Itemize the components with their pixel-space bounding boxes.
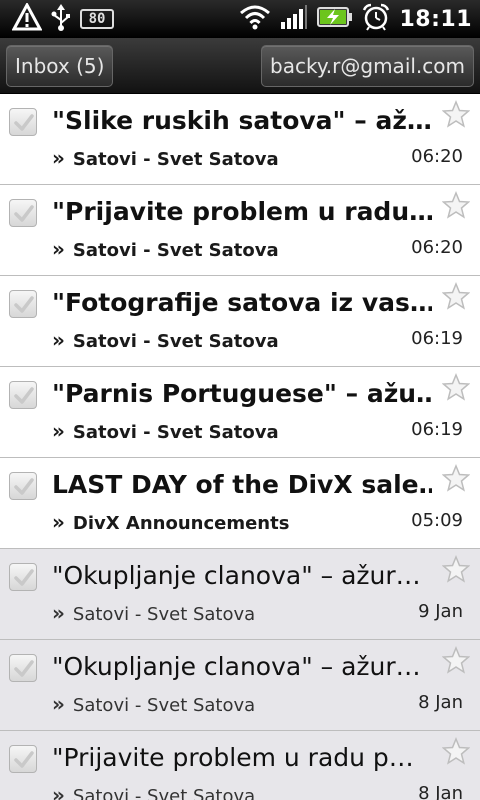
message-row[interactable]: "Slike ruskih satova" – až… -… » Satovi -… — [0, 94, 480, 185]
star-icon[interactable] — [441, 282, 471, 314]
star-icon[interactable] — [441, 555, 471, 587]
star-icon[interactable] — [441, 737, 471, 769]
sender-name: Satovi - Svet Satova — [72, 149, 279, 170]
sender-name: Satovi - Svet Satova — [72, 786, 256, 800]
message-sender: » Satovi - Svet Satova — [52, 419, 279, 443]
subject-text: "Okupljanje clanova" – ažur… — [52, 652, 421, 681]
warning-icon — [11, 1, 43, 35]
select-checkbox[interactable] — [9, 381, 37, 409]
message-subject: "Okupljanje clanova" – ažur… — [52, 559, 432, 593]
sender-name: Satovi - Svet Satova — [72, 604, 256, 625]
star-icon[interactable] — [441, 191, 471, 223]
subject-text: "Slike ruskih satova" – až… — [52, 106, 432, 135]
message-row[interactable]: "Prijavite problem u radu… » Satovi - Sve… — [0, 185, 480, 276]
alarm-clock-icon — [362, 3, 390, 35]
message-subject: "Fotografije satova iz vas… -… — [52, 286, 432, 320]
sender-chevron-icon: » — [52, 510, 65, 534]
wifi-icon — [239, 4, 271, 34]
message-time: 05:09 — [411, 510, 463, 531]
message-time: 06:19 — [411, 328, 463, 349]
sender-chevron-icon: » — [52, 328, 65, 352]
message-row[interactable]: "Prijavite problem u radu p… » Satovi - S… — [0, 731, 480, 800]
star-icon[interactable] — [441, 646, 471, 678]
signal-icon — [280, 4, 308, 34]
message-subject: "Prijavite problem u radu p… — [52, 741, 432, 775]
message-sender: » Satovi - Svet Satova — [52, 237, 279, 261]
subject-text: "Parnis Portuguese" – ažu… — [52, 379, 432, 408]
message-sender: » Satovi - Svet Satova — [52, 146, 279, 170]
select-checkbox[interactable] — [9, 108, 37, 136]
select-checkbox[interactable] — [9, 472, 37, 500]
message-sender: » Satovi - Svet Satova — [52, 328, 279, 352]
battery-level-icon: 80 — [80, 9, 114, 29]
charging-battery-icon — [317, 5, 353, 33]
message-time: 06:20 — [411, 237, 463, 258]
message-subject: "Prijavite problem u radu… — [52, 195, 432, 229]
message-row[interactable]: "Okupljanje clanova" – ažur… » Satovi - S… — [0, 640, 480, 731]
message-subject: "Okupljanje clanova" – ažur… — [52, 650, 432, 684]
message-row[interactable]: "Fotografije satova iz vas… -… » Satovi -… — [0, 276, 480, 367]
checkmark-icon — [14, 296, 34, 313]
sender-chevron-icon: » — [52, 692, 65, 716]
sender-name: Satovi - Svet Satova — [72, 331, 279, 352]
sender-chevron-icon: » — [52, 783, 65, 800]
star-icon[interactable] — [441, 373, 471, 405]
message-time: 06:19 — [411, 419, 463, 440]
message-sender: » Satovi - Svet Satova — [52, 783, 255, 800]
select-checkbox[interactable] — [9, 654, 37, 682]
sender-chevron-icon: » — [52, 146, 65, 170]
select-checkbox[interactable] — [9, 199, 37, 227]
message-row[interactable]: LAST DAY of the DivX sale… » DivX Announc… — [0, 458, 480, 549]
checkmark-icon — [14, 751, 34, 768]
usb-icon — [50, 3, 72, 35]
checkmark-icon — [14, 205, 34, 222]
subject-text: "Fotografije satova iz vas… — [52, 288, 432, 317]
sender-name: Satovi - Svet Satova — [72, 422, 279, 443]
app-header: Inbox (5) backy.r@gmail.com — [0, 38, 480, 94]
status-bar: 80 18:11 — [0, 0, 480, 38]
message-time: 06:20 — [411, 146, 463, 167]
select-checkbox[interactable] — [9, 290, 37, 318]
checkmark-icon — [14, 660, 34, 677]
sender-chevron-icon: » — [52, 237, 65, 261]
checkmark-icon — [14, 569, 34, 586]
star-icon[interactable] — [441, 100, 471, 132]
message-list: "Slike ruskih satova" – až… -… » Satovi -… — [0, 94, 480, 800]
sender-name: Satovi - Svet Satova — [72, 240, 279, 261]
message-time: 9 Jan — [418, 601, 463, 622]
message-time: 8 Jan — [418, 692, 463, 713]
system-icons: 18:11 — [239, 3, 472, 35]
clock-time: 18:11 — [399, 6, 472, 32]
notification-icons: 80 — [11, 1, 114, 35]
checkmark-icon — [14, 114, 34, 131]
message-sender: » Satovi - Svet Satova — [52, 601, 255, 625]
message-subject: LAST DAY of the DivX sale… — [52, 468, 432, 502]
message-sender: » Satovi - Svet Satova — [52, 692, 255, 716]
subject-text: "Prijavite problem u radu p… — [52, 743, 414, 772]
sender-name: Satovi - Svet Satova — [72, 695, 256, 716]
select-checkbox[interactable] — [9, 745, 37, 773]
subject-text: "Okupljanje clanova" – ažur… — [52, 561, 421, 590]
account-button[interactable]: backy.r@gmail.com — [261, 45, 474, 87]
subject-text: "Prijavite problem u radu… — [52, 197, 432, 226]
message-sender: » DivX Announcements — [52, 510, 289, 534]
select-checkbox[interactable] — [9, 563, 37, 591]
message-subject: "Slike ruskih satova" – až… -… — [52, 104, 432, 138]
message-row[interactable]: "Okupljanje clanova" – ažur… » Satovi - S… — [0, 549, 480, 640]
checkmark-icon — [14, 387, 34, 404]
sender-chevron-icon: » — [52, 419, 65, 443]
message-row[interactable]: "Parnis Portuguese" – ažu… » Satovi - Sve… — [0, 367, 480, 458]
checkmark-icon — [14, 478, 34, 495]
sender-name: DivX Announcements — [72, 513, 290, 534]
sender-chevron-icon: » — [52, 601, 65, 625]
message-subject: "Parnis Portuguese" – ažu… — [52, 377, 432, 411]
message-time: 8 Jan — [418, 783, 463, 800]
subject-text: LAST DAY of the DivX sale… — [52, 470, 432, 499]
inbox-label-button[interactable]: Inbox (5) — [6, 45, 114, 87]
star-icon[interactable] — [441, 464, 471, 496]
